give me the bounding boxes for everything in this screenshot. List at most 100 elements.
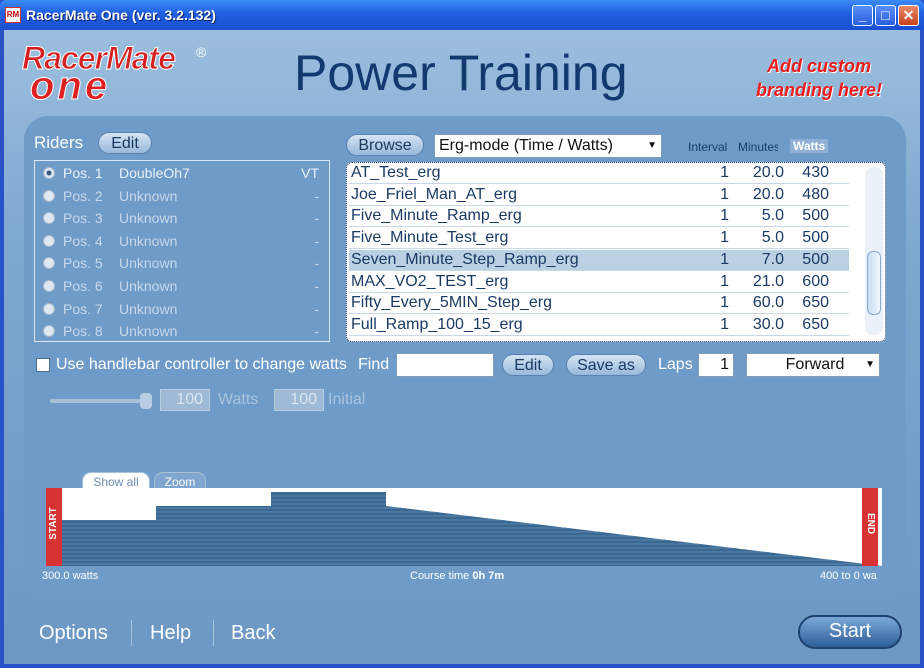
branding-line2: branding here! [755,80,882,100]
erg-row[interactable]: Fifty_Every_5MIN_Step_erg 1 60.0 650 [349,293,849,315]
riders-edit-button[interactable]: Edit [98,132,152,154]
rider-position: Pos. 6 [63,278,103,294]
erg-row[interactable]: AT_Test_erg 1 20.0 430 [349,163,849,184]
rider-position: Pos. 2 [63,187,103,204]
handlebar-checkbox[interactable] [36,358,50,372]
slider-knob[interactable] [140,393,152,409]
erg-watts: 500 [802,207,829,225]
help-link[interactable]: Help [150,622,191,645]
rider-row[interactable]: Pos. 4 Unknown - [35,230,329,252]
erg-watts: 650 [802,294,829,312]
maximize-button[interactable]: □ [875,5,896,26]
rider-radio[interactable] [43,189,55,202]
erg-row[interactable]: MAX_VO2_TEST_erg 1 21.0 600 [349,272,849,293]
options-link[interactable]: Options [39,622,108,645]
rider-radio[interactable] [43,212,55,225]
erg-interval: 1 [720,250,729,268]
rider-radio[interactable] [43,280,55,292]
erg-interval: 1 [720,164,729,181]
mode-select[interactable]: Erg-mode (Time / Watts) ▼ [434,134,662,158]
direction-value: Forward [785,356,845,373]
erg-interval: 1 [720,185,729,203]
direction-select[interactable]: Forward ▼ [746,353,880,377]
rider-radio[interactable] [43,325,55,338]
erg-name: Full_Ramp_100_15_erg [351,315,523,333]
erg-row[interactable]: Seven_Minute_Step_Ramp_erg 1 7.0 500 [349,249,849,271]
branding-text: Add custom branding here! [724,54,914,102]
initial-label: Initial [328,391,366,408]
erg-watts: 650 [802,315,829,333]
column-watts: Watts [790,139,829,153]
laps-input[interactable]: 1 [698,353,734,377]
rider-position: Pos. 3 [63,210,103,227]
rider-radio[interactable] [43,234,55,247]
rider-name: Unknown [119,278,178,294]
branding-line1: Add custom [766,56,871,76]
rider-position: Pos. 5 [63,255,103,272]
start-button[interactable]: Start [798,615,902,649]
save-as-button[interactable]: Save as [566,354,646,376]
course-time: Course time 0h 7m [410,570,504,582]
rider-row[interactable]: Pos. 6 Unknown - [35,275,329,297]
mode-select-value: Erg-mode (Time / Watts) [439,137,613,154]
rider-row[interactable]: Pos. 1 DoubleOh7 VT [35,162,329,184]
erg-row[interactable]: Five_Minute_Test_erg 1 5.0 500 [349,228,849,250]
course-profile-area [46,492,882,566]
rider-position: Pos. 7 [63,300,103,317]
erg-row[interactable]: Full_Ramp_100_15_erg 1 30.0 650 [349,315,849,336]
find-input[interactable] [396,353,494,377]
rider-row[interactable]: Pos. 2 Unknown - [35,185,329,207]
erg-watts: 480 [802,185,829,203]
end-label: END [865,512,877,535]
end-marker: END [862,488,878,566]
erg-interval: 1 [720,229,729,247]
rider-name: Unknown [119,210,178,227]
erg-minutes: 5.0 [761,229,784,247]
rider-row[interactable]: Pos. 8 Unknown - [35,320,329,342]
window-title: RacerMate One (ver. 3.2.132) [26,7,216,23]
rider-code: - [314,187,319,204]
rider-code: VT [301,165,319,181]
rider-position: Pos. 8 [63,323,103,340]
erg-minutes: 60.0 [752,294,784,312]
rider-radio[interactable] [43,302,55,315]
erg-name: Five_Minute_Test_erg [351,229,509,247]
scrollbar-thumb[interactable] [867,251,881,315]
erg-interval: 1 [720,207,729,225]
erg-list-scrollbar[interactable] [865,167,883,335]
rider-name: Unknown [119,300,178,317]
course-time-label: Course time [410,570,470,582]
find-edit-button[interactable]: Edit [502,354,554,376]
rider-row[interactable]: Pos. 5 Unknown - [35,252,329,274]
minimize-button[interactable]: _ [852,5,873,26]
watts-slider[interactable] [50,393,152,409]
erg-minutes: 20.0 [752,185,784,203]
watts-label: Watts [218,391,259,408]
erg-minutes: 20.0 [752,164,784,181]
rider-radio[interactable] [43,257,55,270]
erg-name: Joe_Friel_Man_AT_erg [351,185,518,203]
course-profile-graph [46,492,882,566]
erg-row[interactable]: Joe_Friel_Man_AT_erg 1 20.0 480 [349,185,849,206]
rider-radio[interactable] [43,167,55,179]
erg-file-list[interactable]: AT_Test_erg 1 20.0 430 Joe_Friel_Man_AT_erg 1… [346,162,886,342]
find-label: Find [358,356,390,373]
close-button[interactable]: ✕ [898,5,919,26]
logo-registered: ® [196,44,207,60]
course-left-label: 300.0 watts [42,570,99,582]
rider-position: Pos. 4 [63,232,103,249]
nav-separator [131,620,132,646]
rider-code: - [314,300,319,317]
erg-minutes: 30.0 [752,315,784,333]
rider-row[interactable]: Pos. 3 Unknown - [35,207,329,229]
start-label: START [47,507,59,540]
back-link[interactable]: Back [231,622,275,645]
rider-row[interactable]: Pos. 7 Unknown - [35,298,329,320]
main-panel: Riders Edit Pos. 1 DoubleOh7 VT Pos. 2 Unkno… [24,116,906,602]
erg-name: Fifty_Every_5MIN_Step_erg [351,294,552,312]
browse-button[interactable]: Browse [346,134,424,156]
erg-row[interactable]: Five_Minute_Ramp_erg 1 5.0 500 [349,206,849,228]
laps-label: Laps [658,356,693,373]
column-minutes: Minutes [738,140,778,154]
erg-watts: 500 [802,229,829,247]
